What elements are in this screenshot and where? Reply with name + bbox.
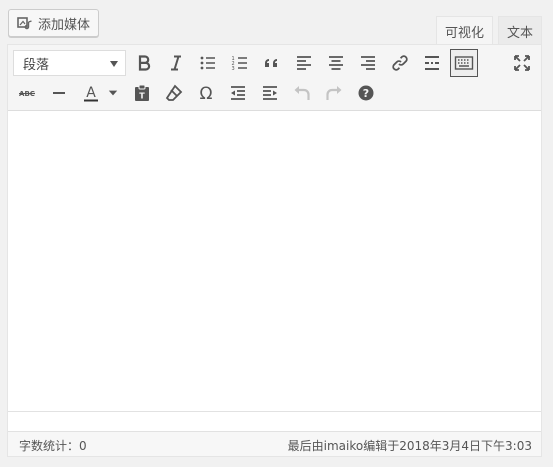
text-color-icon: A: [84, 85, 98, 102]
bold-button[interactable]: [130, 49, 158, 77]
align-left-button[interactable]: [290, 49, 318, 77]
numbered-list-icon: 1 2 3: [232, 56, 247, 72]
svg-text:T: T: [139, 92, 145, 101]
eraser-icon: [165, 84, 183, 101]
italic-button[interactable]: [162, 49, 190, 77]
help-icon: ?: [358, 85, 374, 101]
omega-label: Ω: [200, 84, 213, 103]
horizontal-line-icon: [53, 92, 65, 94]
help-button[interactable]: ?: [352, 79, 380, 107]
editor-content-area[interactable]: [8, 111, 541, 411]
bold-icon: [138, 55, 151, 71]
strikethrough-button[interactable]: ABC: [13, 79, 41, 107]
indent-icon: [263, 86, 277, 100]
indent-button[interactable]: [256, 79, 284, 107]
editor-screen: 添加媒体 可视化 文本 段落 1 2 3 A T Ω ? 字数统计：0 最后由i…: [0, 0, 553, 467]
fullscreen-icon: [514, 55, 530, 71]
redo-button[interactable]: [320, 79, 348, 107]
align-right-icon: [361, 56, 375, 70]
chevron-down-icon: [110, 61, 118, 67]
align-right-button[interactable]: [354, 49, 382, 77]
editor-toolbar: 段落 1 2 3 A T Ω ?: [8, 45, 541, 111]
last-edited-info: 最后由imaiko编辑于2018年3月4日下午3:03: [287, 439, 532, 453]
bullet-list-icon: [200, 56, 215, 70]
text-color-label: A: [86, 85, 96, 101]
fullscreen-button[interactable]: [508, 49, 536, 77]
paragraph-format-select[interactable]: 段落: [13, 50, 126, 76]
align-center-icon: [329, 56, 343, 70]
outdent-button[interactable]: [224, 79, 252, 107]
editor-container: 段落 1 2 3 A T Ω ? 字数统计：0 最后由imaiko编辑于2018…: [7, 44, 542, 457]
read-more-button[interactable]: [418, 49, 446, 77]
editor-status-bar: 字数统计：0 最后由imaiko编辑于2018年3月4日下午3:03: [8, 431, 541, 456]
media-icon: [17, 17, 32, 30]
omega-icon: Ω: [200, 84, 213, 103]
word-count: 字数统计：0: [19, 439, 87, 453]
keyboard-icon: [454, 56, 474, 70]
tab-visual[interactable]: 可视化: [436, 16, 493, 45]
strikethrough-icon: ABC: [19, 90, 35, 98]
insert-link-button[interactable]: [386, 49, 414, 77]
horizontal-line-button[interactable]: [45, 79, 73, 107]
redo-icon: [326, 86, 342, 100]
paste-icon: T: [135, 84, 149, 101]
text-color-button[interactable]: A: [77, 79, 121, 107]
align-left-icon: [297, 56, 311, 70]
tab-text[interactable]: 文本: [498, 16, 542, 45]
undo-button[interactable]: [288, 79, 316, 107]
numbered-list-button[interactable]: 1 2 3: [226, 49, 254, 77]
paragraph-format-value: 段落: [23, 57, 50, 73]
link-icon: [392, 55, 408, 71]
paste-text-button[interactable]: T: [128, 79, 156, 107]
align-center-button[interactable]: [322, 49, 350, 77]
clear-formatting-button[interactable]: [160, 79, 188, 107]
svg-text:3: 3: [232, 66, 235, 72]
help-label: ?: [363, 87, 369, 100]
blockquote-button[interactable]: [258, 49, 286, 77]
add-media-label: 添加媒体: [38, 17, 91, 33]
read-more-icon: [425, 56, 439, 70]
editor-resize-bar[interactable]: [8, 411, 541, 431]
chevron-down-icon: [108, 90, 118, 96]
bullet-list-button[interactable]: [194, 49, 222, 77]
italic-icon: [171, 55, 181, 71]
add-media-button[interactable]: 添加媒体: [8, 9, 99, 37]
quote-icon: [265, 59, 277, 67]
special-character-button[interactable]: Ω: [192, 79, 220, 107]
toolbar-toggle-button[interactable]: [450, 49, 478, 77]
undo-icon: [294, 86, 310, 100]
outdent-icon: [231, 86, 245, 100]
